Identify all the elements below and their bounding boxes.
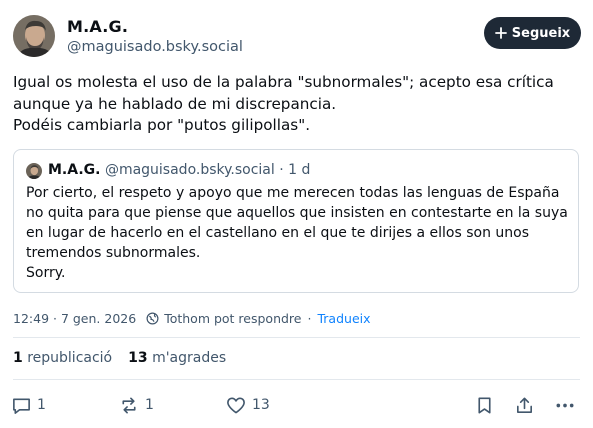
repost-count: 1	[145, 397, 154, 413]
quoted-post-header: M.A.G. @maguisado.bsky.social · 1 d	[48, 162, 310, 178]
reposts-stat[interactable]: 1 republicació	[13, 350, 112, 366]
follow-button-label: Segueix	[511, 25, 571, 41]
repost-icon	[118, 395, 140, 416]
quoted-author-handle[interactable]: @maguisado.bsky.social	[105, 162, 275, 178]
likes-stat[interactable]: 13 m'agrades	[128, 350, 226, 366]
author-handle[interactable]: @maguisado.bsky.social	[67, 39, 243, 55]
quoted-post[interactable]: M.A.G. @maguisado.bsky.social · 1 d Por …	[13, 149, 579, 293]
plus-icon	[494, 27, 507, 39]
quoted-author-name[interactable]: M.A.G.	[48, 162, 100, 178]
reposts-label: republicació	[27, 350, 113, 366]
post-meta: 12:49 · 7 gen. 2026 Tothom pot respondre…	[13, 311, 371, 326]
post-timestamp: 12:49 · 7 gen. 2026	[13, 311, 137, 326]
repost-button[interactable]: 1	[118, 391, 154, 419]
likes-count: 13	[128, 350, 148, 366]
more-options-button[interactable]	[554, 391, 576, 419]
post-stats: 1 republicació 13 m'agrades	[13, 350, 226, 366]
more-icon	[554, 395, 576, 416]
translate-link[interactable]: Tradueix	[317, 311, 370, 326]
post-text-line: Podéis cambiarla por "putos gilipollas".	[13, 116, 311, 134]
meta-separator: ·	[307, 311, 312, 326]
bookmark-button[interactable]	[474, 391, 495, 419]
divider	[13, 379, 580, 380]
share-icon	[514, 395, 535, 416]
quoted-post-age: · 1 d	[279, 162, 311, 178]
quoted-text-line: tremendos subnormales.	[26, 245, 201, 261]
quoted-text-line: Por cierto, el respeto y apoyo que me me…	[26, 185, 560, 201]
divider	[13, 337, 580, 338]
post-text: Igual os molesta el uso de la palabra "s…	[13, 72, 583, 137]
follow-button[interactable]: Segueix	[484, 17, 581, 49]
post-text-line: aunque ya he hablado de mi discrepancia.	[13, 94, 337, 113]
post-actions: 1 1 13	[0, 391, 593, 419]
likes-label: m'agrades	[152, 350, 227, 366]
post-text-line: Igual os molesta el uso de la palabra "s…	[13, 73, 554, 91]
quoted-text-line: en lugar de hacerlo en el castellano en …	[26, 225, 530, 241]
bookmark-icon	[474, 395, 495, 416]
post-thread-item: M.A.G. @maguisado.bsky.social Segueix Ig…	[0, 0, 593, 428]
globe-icon	[146, 312, 159, 325]
share-button[interactable]	[514, 391, 535, 419]
reply-button[interactable]: 1	[11, 391, 46, 419]
quoted-text-line: no quita para que piense que aquellos qu…	[26, 205, 568, 221]
reply-policy[interactable]: Tothom pot respondre	[164, 311, 301, 326]
quoted-text-line: Sorry.	[26, 265, 66, 281]
reply-count: 1	[37, 397, 46, 413]
like-button[interactable]: 13	[225, 391, 270, 419]
author-avatar[interactable]	[13, 15, 55, 57]
reply-icon	[11, 395, 32, 416]
like-count: 13	[252, 397, 270, 413]
reposts-count: 1	[13, 350, 23, 366]
quoted-post-text: Por cierto, el respeto y apoyo que me me…	[26, 183, 571, 283]
like-icon	[225, 395, 247, 416]
quoted-author-avatar[interactable]	[26, 163, 42, 179]
author-name[interactable]: M.A.G.	[67, 17, 128, 36]
